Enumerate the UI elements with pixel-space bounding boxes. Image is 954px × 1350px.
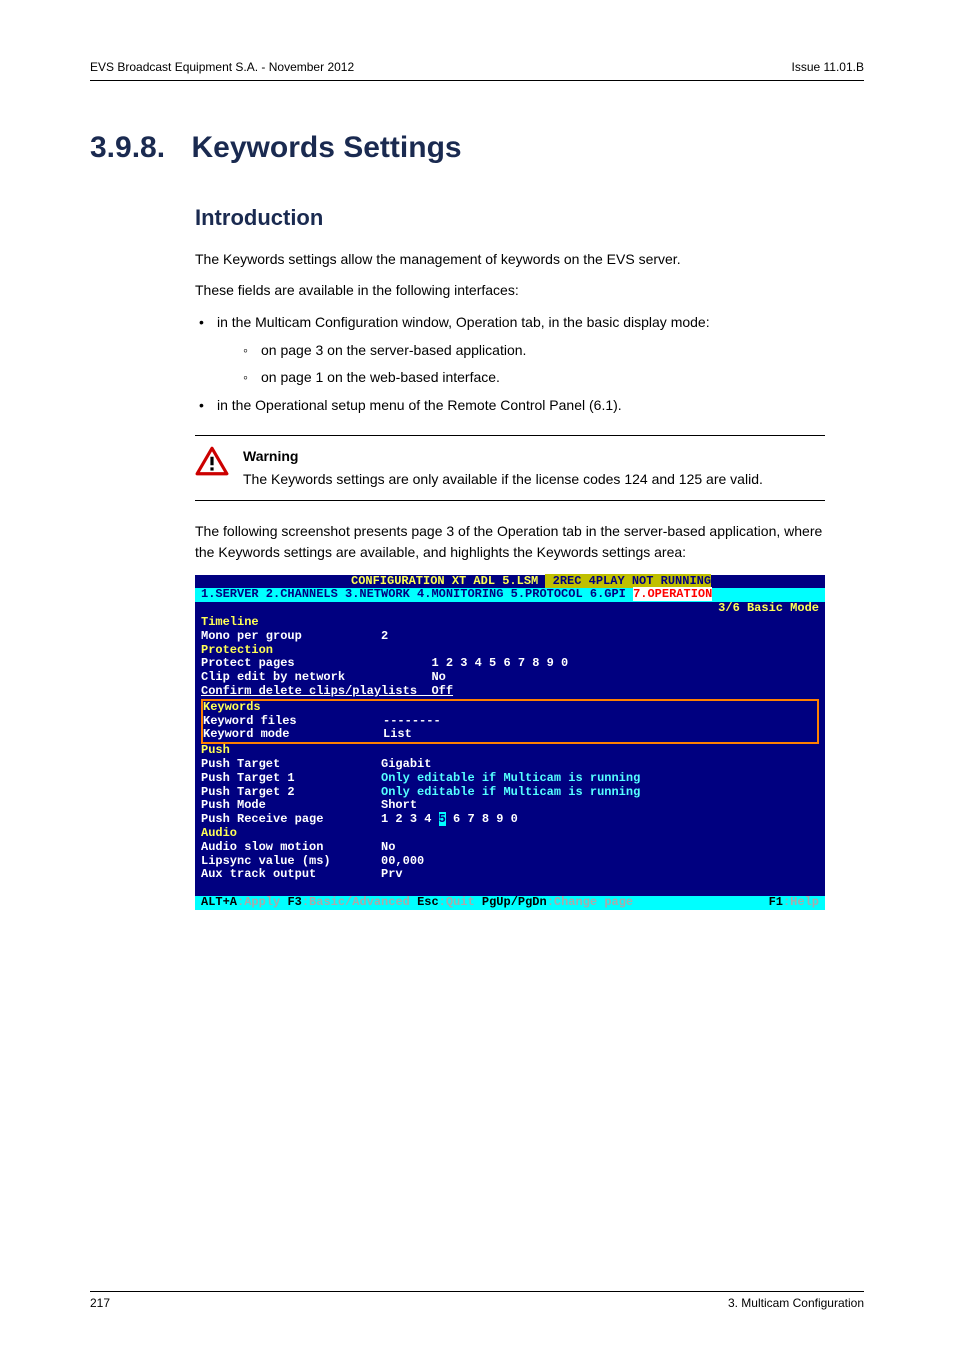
section-heading: 3.9.8. Keywords Settings — [90, 131, 864, 165]
sf-apply: :Apply — [237, 895, 287, 909]
section-title: Keywords Settings — [192, 131, 462, 165]
page-number: 217 — [90, 1296, 110, 1310]
terminal-screenshot: CONFIGURATION XT ADL 5.LSM 2REC 4PLAY NO… — [195, 575, 825, 910]
row-push-hdr: Push — [195, 744, 825, 758]
screen-title: CONFIGURATION XT ADL 5.LSM 2REC 4PLAY NO… — [195, 575, 825, 589]
row-confirm-del: Confirm delete clips/playlists Off — [195, 685, 825, 699]
intro-bullet-1a: on page 3 on the server-based applicatio… — [239, 339, 825, 361]
intro-p1: The Keywords settings allow the manageme… — [195, 249, 825, 270]
row-push-recv-sel: 5 — [439, 812, 446, 826]
intro-bullet-1b: on page 1 on the web-based interface. — [239, 366, 825, 388]
page-footer: 217 3. Multicam Configuration — [90, 1291, 864, 1310]
screen-mode-text: 3/6 Basic Mode — [718, 601, 819, 615]
warning-icon — [195, 446, 229, 490]
row-protect-pages: Protect pages 1 2 3 4 5 6 7 8 9 0 — [195, 657, 825, 671]
sf-basic: :Basic/Advanced — [302, 895, 417, 909]
row-keyword-files: Keyword files -------- — [203, 715, 817, 729]
warning-label: Warning — [243, 446, 763, 467]
row-keyword-mode: Keyword mode List — [203, 728, 817, 742]
row-push-recv: Push Receive page 1 2 3 4 5 6 7 8 9 0 — [195, 813, 825, 827]
row-lipsync: Lipsync value (ms) 00,000 — [195, 855, 825, 869]
header-right: Issue 11.01.B — [792, 60, 865, 74]
sf-f3: F3 — [287, 895, 301, 909]
sf-f1: F1 — [769, 895, 783, 909]
sf-pg: PgUp/PgDn — [482, 895, 547, 909]
screen-tabs: 1.SERVER 2.CHANNELS 3.NETWORK 4.MONITORI… — [195, 588, 825, 602]
row-push-t2: Push Target 2 Only editable if Multicam … — [195, 786, 825, 800]
keywords-highlight-box: Keywords Keyword files -------- Keyword … — [201, 699, 819, 744]
row-push-recv-a: 1 2 3 4 — [381, 812, 439, 826]
screen-footer: ALT+A:Apply F3:Basic/Advanced Esc:Quit P… — [195, 896, 825, 910]
sf-quit: :Quit — [439, 895, 482, 909]
row-protection-hdr: Protection — [195, 644, 825, 658]
screen-tabs-left: 1.SERVER 2.CHANNELS 3.NETWORK 4.MONITORI… — [201, 587, 633, 601]
sf-esc: Esc — [417, 895, 439, 909]
screen-mode: 3/6 Basic Mode — [195, 602, 825, 616]
warning-text: Warning The Keywords settings are only a… — [243, 446, 763, 490]
sf-change: :Change page — [547, 895, 633, 909]
screen-tab-selected: 7.OPERATION — [633, 587, 712, 601]
intro-p2: These fields are available in the follow… — [195, 280, 825, 301]
page-header: EVS Broadcast Equipment S.A. - November … — [90, 60, 864, 81]
intro-heading: Introduction — [195, 205, 825, 231]
row-aux-track: Aux track output Prv — [195, 868, 825, 882]
row-mono: Mono per group 2 — [195, 630, 825, 644]
screen-title-right: 2REC 4PLAY NOT RUNNING — [545, 574, 711, 588]
row-timeline-hdr: Timeline — [195, 616, 825, 630]
intro-bullet-2: in the Operational setup menu of the Rem… — [195, 394, 825, 416]
row-blank — [195, 882, 825, 896]
row-clip-edit: Clip edit by network No — [195, 671, 825, 685]
row-push-mode: Push Mode Short — [195, 799, 825, 813]
row-audio-slow: Audio slow motion No — [195, 841, 825, 855]
sf-help: :Help — [783, 895, 819, 909]
sf-alta: ALT+A — [201, 895, 237, 909]
row-push-recv-b: 6 7 8 9 0 — [446, 812, 518, 826]
row-push-target: Push Target Gigabit — [195, 758, 825, 772]
footer-section: 3. Multicam Configuration — [728, 1296, 864, 1310]
screenshot-intro: The following screenshot presents page 3… — [195, 521, 825, 563]
warning-body: The Keywords settings are only available… — [243, 471, 763, 487]
header-left: EVS Broadcast Equipment S.A. - November … — [90, 60, 354, 74]
intro-bullet-1-text: in the Multicam Configuration window, Op… — [217, 314, 710, 330]
section-number: 3.9.8. — [90, 131, 165, 165]
content-block: Introduction The Keywords settings allow… — [195, 205, 825, 910]
row-push-recv-lbl: Push Receive page — [201, 812, 381, 826]
warning-box: Warning The Keywords settings are only a… — [195, 435, 825, 501]
row-keywords-hdr: Keywords — [203, 701, 817, 715]
row-push-t1: Push Target 1 Only editable if Multicam … — [195, 772, 825, 786]
intro-bullet-1: in the Multicam Configuration window, Op… — [195, 311, 825, 388]
row-audio-hdr: Audio — [195, 827, 825, 841]
screen-title-left: CONFIGURATION XT ADL 5.LSM — [351, 574, 545, 588]
